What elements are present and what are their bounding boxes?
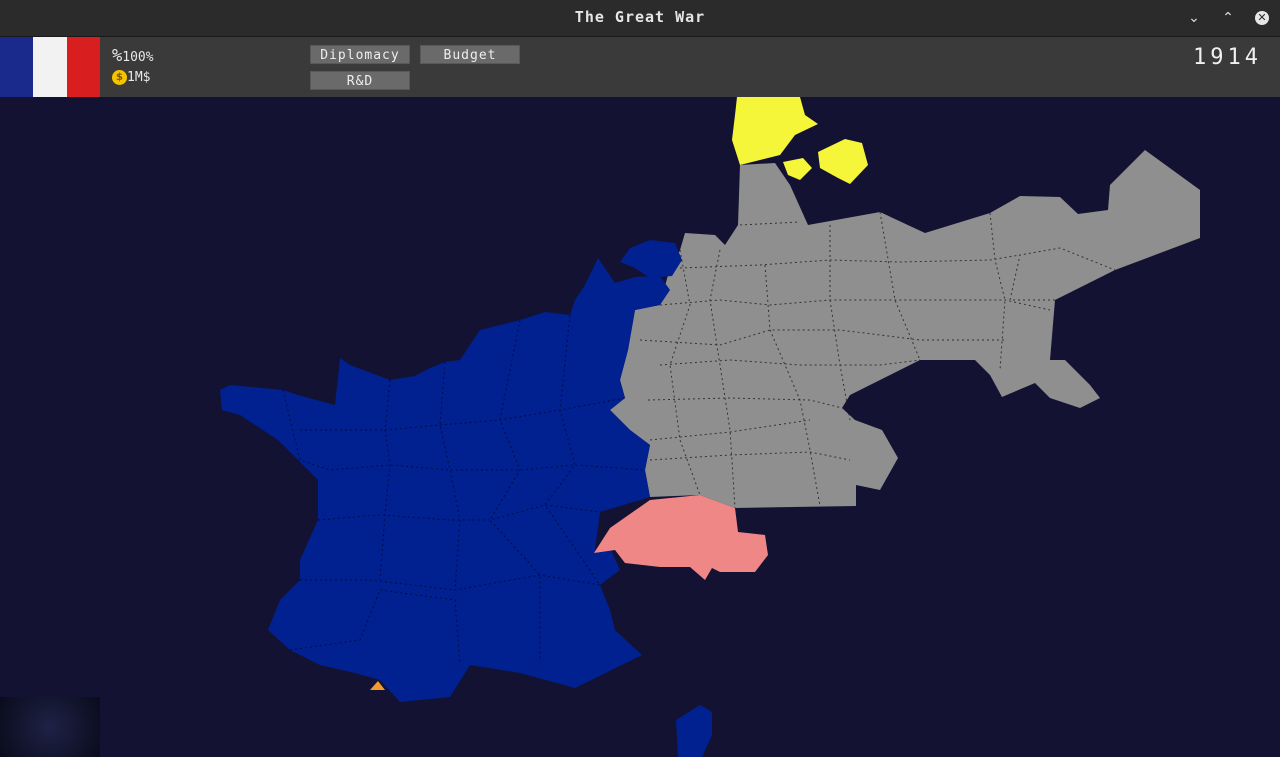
budget-button[interactable]: Budget — [420, 45, 520, 64]
world-map[interactable] — [0, 97, 1280, 757]
window-titlebar: The Great War ⌄ ⌃ ✕ — [0, 0, 1280, 37]
stability-value: 100% — [122, 50, 154, 65]
money-value: 1M$ — [127, 70, 151, 85]
rd-button[interactable]: R&D — [310, 71, 410, 90]
money-readout: $1M$ — [112, 70, 150, 85]
flag-stripe-white — [33, 37, 67, 97]
top-hud-bar: %100% $1M$ Diplomacy Budget R&D 1914 — [0, 37, 1280, 97]
coin-icon: $ — [112, 70, 127, 85]
percent-icon: % — [112, 46, 123, 66]
window-title: The Great War — [574, 8, 706, 26]
close-icon[interactable]: ✕ — [1255, 11, 1269, 25]
flag-stripe-red — [66, 37, 100, 97]
current-year: 1914 — [1193, 45, 1262, 70]
country-flag[interactable] — [0, 37, 100, 97]
maximize-icon[interactable]: ⌃ — [1219, 9, 1237, 27]
minimap[interactable] — [0, 697, 100, 757]
stability-readout: %100% — [112, 46, 154, 66]
minimize-icon[interactable]: ⌄ — [1185, 9, 1203, 27]
diplomacy-button[interactable]: Diplomacy — [310, 45, 410, 64]
flag-stripe-blue — [0, 37, 34, 97]
